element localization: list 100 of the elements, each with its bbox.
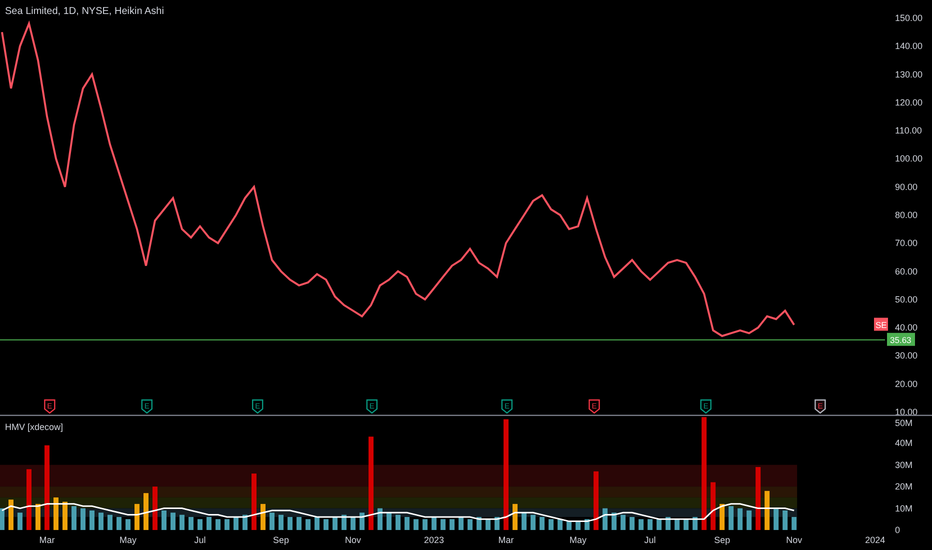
volume-bar bbox=[126, 519, 130, 530]
volume-axis-label: 50M bbox=[895, 418, 913, 428]
volume-bar bbox=[648, 519, 653, 530]
volume-bar bbox=[216, 519, 220, 530]
volume-bar bbox=[98, 512, 104, 530]
time-axis-label: Nov bbox=[786, 535, 802, 545]
volume-bar bbox=[35, 504, 40, 530]
volume-bar bbox=[332, 516, 338, 530]
price-axis-label: 50.00 bbox=[895, 294, 918, 304]
volume-bar bbox=[530, 514, 536, 530]
volume-bar bbox=[692, 516, 698, 530]
time-axis-label: Sep bbox=[273, 535, 290, 545]
volume-bar bbox=[792, 516, 797, 530]
time-axis-label: Jul bbox=[194, 535, 206, 545]
price-axis-label: 30.00 bbox=[895, 350, 918, 361]
volume-bar bbox=[288, 516, 293, 530]
volume-bar bbox=[432, 516, 437, 530]
volume-bar bbox=[512, 504, 518, 530]
volume-bar bbox=[584, 519, 590, 530]
price-axis-label: 10.00 bbox=[895, 407, 918, 416]
volume-bar bbox=[116, 516, 122, 530]
price-axis-label: 140.00 bbox=[895, 41, 923, 52]
volume-bar bbox=[54, 497, 58, 530]
volume-bar bbox=[540, 516, 545, 530]
volume-bar bbox=[314, 516, 320, 530]
volume-bar bbox=[278, 514, 284, 530]
volume-bar bbox=[170, 512, 176, 530]
volume-bar bbox=[674, 519, 680, 530]
volume-bar bbox=[360, 512, 365, 530]
volume-bar bbox=[234, 516, 238, 530]
volume-bar bbox=[450, 519, 455, 530]
time-axis-label: 2024 bbox=[865, 535, 886, 545]
volume-bar bbox=[710, 482, 716, 530]
price-axis-label: 60.00 bbox=[895, 266, 918, 276]
volume-bar bbox=[72, 506, 76, 530]
volume-bar bbox=[296, 516, 302, 530]
volume-bar bbox=[602, 508, 608, 530]
volume-axis-label: 30M bbox=[895, 460, 913, 470]
volume-bar bbox=[476, 516, 482, 530]
volume-bar bbox=[746, 510, 752, 530]
volume-bar bbox=[206, 516, 212, 530]
time-axis-label: Jul bbox=[644, 535, 656, 545]
price-axis-label: 90.00 bbox=[895, 182, 918, 192]
symbol-badge: SE bbox=[874, 318, 888, 331]
volume-bar bbox=[638, 519, 644, 530]
volume-bar bbox=[396, 514, 401, 530]
volume-bar bbox=[108, 514, 112, 530]
volume-bar bbox=[0, 508, 4, 530]
volume-bar bbox=[386, 512, 392, 530]
volume-bar bbox=[350, 516, 356, 530]
volume-bar bbox=[458, 516, 464, 530]
time-axis-label: Mar bbox=[498, 535, 514, 545]
volume-bar bbox=[684, 519, 689, 530]
volume-axis-label: 0 bbox=[895, 525, 900, 535]
volume-bar bbox=[17, 512, 22, 530]
volume-bar bbox=[728, 506, 734, 530]
volume-bar bbox=[144, 493, 148, 530]
volume-bar bbox=[782, 510, 788, 530]
volume-bar bbox=[440, 519, 446, 530]
volume-bar bbox=[576, 521, 581, 530]
volume-axis-label: 20M bbox=[895, 482, 913, 492]
volume-bar bbox=[188, 516, 194, 530]
volume-bar bbox=[342, 514, 347, 530]
volume-bar bbox=[414, 519, 419, 530]
price-axis-label: 150.00 bbox=[895, 13, 923, 23]
time-axis-label: Sep bbox=[714, 535, 730, 545]
volume-bar bbox=[224, 519, 230, 530]
price-axis-label: 40.00 bbox=[895, 322, 918, 333]
volume-bar bbox=[404, 516, 410, 530]
price-axis-label: 130.00 bbox=[895, 69, 923, 80]
volume-bar bbox=[80, 508, 86, 530]
volume-bar bbox=[198, 519, 202, 530]
volume-bar bbox=[612, 512, 617, 530]
chart-title: Sea Limited, 1D, NYSE, Heikin Ashi bbox=[5, 6, 164, 17]
price-level-label: 35.63 bbox=[887, 332, 915, 346]
volume-bar bbox=[522, 512, 527, 530]
price-axis-label: 70.00 bbox=[895, 238, 918, 248]
volume-axis-label: 40M bbox=[895, 438, 913, 448]
volume-bar bbox=[134, 504, 140, 530]
volume-bar bbox=[378, 508, 383, 530]
volume-bar bbox=[594, 471, 599, 530]
time-axis-label: May bbox=[570, 535, 587, 545]
volume-bar bbox=[242, 514, 248, 530]
volume-bar bbox=[566, 521, 572, 530]
time-axis-label: 2023 bbox=[424, 535, 444, 545]
time-axis-label: May bbox=[120, 535, 136, 545]
volume-bar bbox=[422, 519, 428, 530]
volume-bar bbox=[306, 519, 311, 530]
price-axis-label: 20.00 bbox=[895, 378, 918, 389]
volume-bar bbox=[764, 490, 770, 530]
volume-bar bbox=[152, 486, 158, 530]
volume-bar bbox=[324, 519, 329, 530]
volume-bar bbox=[62, 502, 68, 530]
volume-bar bbox=[270, 512, 275, 530]
volume-bar bbox=[26, 469, 32, 530]
volume-bar bbox=[666, 516, 671, 530]
price-axis-label: 100.00 bbox=[895, 154, 923, 164]
volume-bar bbox=[486, 519, 491, 530]
price-axis-label: 110.00 bbox=[895, 126, 922, 136]
price-axis-label: 120.00 bbox=[895, 97, 923, 108]
